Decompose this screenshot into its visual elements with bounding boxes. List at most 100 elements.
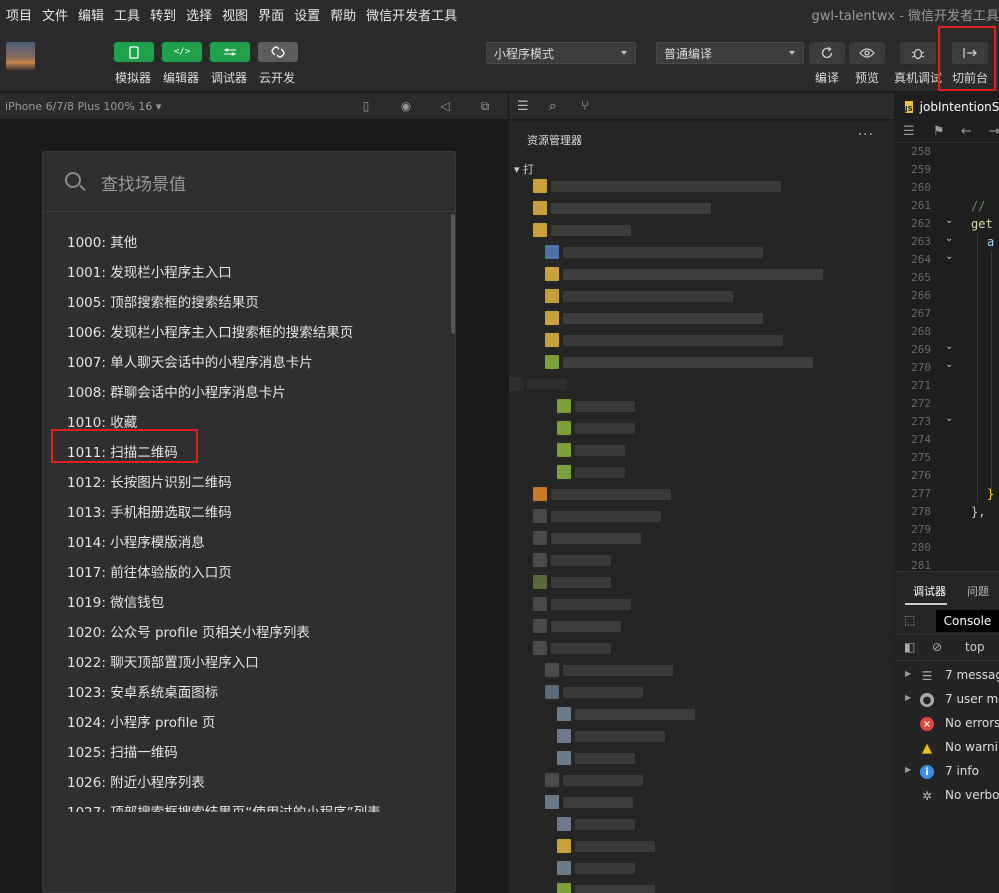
obscured-file-name [575, 401, 635, 412]
console-group-label: 7 info [945, 764, 979, 778]
console-tab[interactable]: Console [936, 610, 999, 632]
scene-item[interactable]: 1013: 手机相册选取二维码 [67, 498, 447, 528]
expand-arrow-icon: ▶ [905, 693, 912, 702]
editor-tab-filename: jobIntentionS [919, 99, 999, 114]
menu-select[interactable]: 选择 [181, 5, 217, 24]
device-select[interactable]: iPhone 6/7/8 Plus 100% 16 ▾ [5, 100, 161, 113]
obscured-file-name [563, 247, 763, 258]
bookmark-icon[interactable]: ⚑ [933, 124, 945, 139]
menu-goto[interactable]: 转到 [145, 5, 181, 24]
menu-settings[interactable]: 设置 [289, 5, 325, 24]
scene-list-scrollbar[interactable] [451, 214, 455, 334]
scene-item[interactable]: 1005: 顶部搜索框的搜索结果页 [67, 288, 447, 318]
avatar[interactable] [6, 42, 35, 71]
console-group-user[interactable]: ▶ ● 7 user mes [895, 688, 999, 712]
scene-item[interactable]: 1026: 附近小程序列表 [67, 768, 447, 798]
debugger-toggle-button[interactable] [210, 42, 250, 62]
menu-help[interactable]: 帮助 [325, 5, 361, 24]
scene-item[interactable]: 1023: 安卓系统桌面图标 [67, 678, 447, 708]
menu-project[interactable]: 项目 [0, 5, 37, 24]
preview-button[interactable] [849, 42, 885, 64]
menu-devtools[interactable]: 微信开发者工具 [361, 5, 462, 24]
scene-item[interactable]: 1000: 其他 [67, 228, 447, 258]
console-group-messages[interactable]: ▶ ☰ 7 message [895, 664, 999, 688]
code-brace: } [987, 487, 995, 501]
menu-edit[interactable]: 编辑 [73, 5, 109, 24]
back-arrow-icon[interactable]: ← [961, 124, 972, 139]
obscured-file-icon [533, 575, 547, 589]
expand-arrow-icon: ▶ [905, 765, 912, 774]
obscured-file-name [575, 731, 665, 742]
scene-search-bar[interactable]: 查找场景值 [43, 152, 455, 212]
fold-chevron-icon[interactable]: ⌄ [945, 413, 953, 424]
inspect-icon[interactable]: ⬚ [904, 613, 915, 627]
git-branch-icon[interactable]: ⑂ [581, 99, 589, 114]
clear-console-icon[interactable]: ⊘ [932, 640, 942, 654]
outline-icon[interactable]: ☰ [903, 124, 915, 139]
scene-item[interactable]: 1025: 扫描一维码 [67, 738, 447, 768]
debugger-label: 调试器 [211, 71, 248, 85]
editor-toggle-button[interactable]: </> [162, 42, 202, 62]
list-icon[interactable]: ☰ [517, 99, 529, 114]
fold-chevron-icon[interactable]: ⌄ [945, 341, 953, 352]
mode-select[interactable]: 小程序模式 [486, 42, 636, 64]
project-root[interactable]: ▾ 打 [514, 161, 534, 177]
scene-item[interactable]: 1014: 小程序模版消息 [67, 528, 447, 558]
console-group-warnings[interactable]: ▲ No warnin [895, 736, 999, 760]
line-number: 261 [911, 199, 931, 212]
fold-chevron-icon[interactable]: ⌄ [945, 233, 953, 244]
obscured-file-icon [557, 707, 571, 721]
detach-icon[interactable]: ⧉ [478, 99, 492, 113]
menu-tools[interactable]: 工具 [109, 5, 145, 24]
scene-item[interactable]: 1027: 顶部搜索框搜索结果页“使用过的小程序”列表 [67, 798, 447, 812]
scene-item[interactable]: 1019: 微信钱包 [67, 588, 447, 618]
compile-mode-select[interactable]: 普通编译 [656, 42, 804, 64]
obscured-file-icon [545, 245, 559, 259]
fold-chevron-icon[interactable]: ⌄ [945, 359, 953, 370]
real-device-debug-button[interactable] [900, 42, 936, 64]
console-group-verbose[interactable]: ✲ No verbos [895, 784, 999, 808]
scene-item[interactable]: 1001: 发现栏小程序主入口 [67, 258, 447, 288]
simulator-toggle-button[interactable] [114, 42, 154, 62]
console-group-info[interactable]: ▶ i 7 info [895, 760, 999, 784]
obscured-file-name [551, 489, 671, 500]
tab-debugger[interactable]: 调试器 [913, 583, 946, 599]
obscured-file-name [575, 753, 635, 764]
scene-item[interactable]: 1020: 公众号 profile 页相关小程序列表 [67, 618, 447, 648]
fold-chevron-icon[interactable]: ⌄ [945, 215, 953, 226]
forward-arrow-icon[interactable]: → [989, 124, 999, 139]
scene-item[interactable]: 1006: 发现栏小程序主入口搜索框的搜索结果页 [67, 318, 447, 348]
obscured-file-icon [533, 553, 547, 567]
tab-issues[interactable]: 问题 [967, 583, 989, 599]
sound-icon[interactable]: ◁ [438, 99, 452, 113]
scene-item[interactable]: 1022: 聊天顶部置顶小程序入口 [67, 648, 447, 678]
more-icon[interactable]: ··· [858, 127, 874, 143]
phone-icon[interactable]: ▯ [359, 99, 373, 113]
scene-item[interactable]: 1008: 群聊会话中的小程序消息卡片 [67, 378, 447, 408]
scene-item[interactable]: 1024: 小程序 profile 页 [67, 708, 447, 738]
compile-button[interactable] [809, 42, 845, 64]
scene-item[interactable]: 1007: 单人聊天会话中的小程序消息卡片 [67, 348, 447, 378]
editor-tab-active[interactable]: JS jobIntentionS [895, 93, 999, 120]
menu-file[interactable]: 文件 [37, 5, 73, 24]
highlight-box-scene-1011 [51, 429, 198, 463]
code-editor[interactable]: 258 259 260 261 262 ⌄ 263 ⌄ 264 ⌄ 265 266 267 268 269 ⌄… [895, 143, 999, 571]
line-number: 281 [911, 559, 931, 571]
search-icon[interactable]: ⌕ [549, 99, 556, 114]
explorer-title: 资源管理器 [527, 134, 582, 147]
fold-chevron-icon[interactable]: ⌄ [945, 251, 953, 262]
context-select[interactable]: top [965, 640, 985, 654]
explorer-toolbar: ☰ ⌕ ⑂ [508, 93, 894, 120]
cloud-icon [271, 46, 285, 58]
scene-item[interactable]: 1012: 长按图片识别二维码 [67, 468, 447, 498]
menu-interface[interactable]: 界面 [253, 5, 289, 24]
scene-item[interactable]: 1017: 前往体验版的入口页 [67, 558, 447, 588]
menu-view[interactable]: 视图 [217, 5, 253, 24]
sliders-icon [224, 48, 236, 56]
line-number: 273 [911, 415, 931, 428]
sidebar-toggle-icon[interactable]: ◧ [904, 640, 915, 654]
record-icon[interactable]: ◉ [399, 99, 413, 113]
console-group-errors[interactable]: × No errors [895, 712, 999, 736]
compile-select-value: 普通编译 [664, 46, 713, 61]
cloud-dev-button[interactable] [258, 42, 298, 62]
